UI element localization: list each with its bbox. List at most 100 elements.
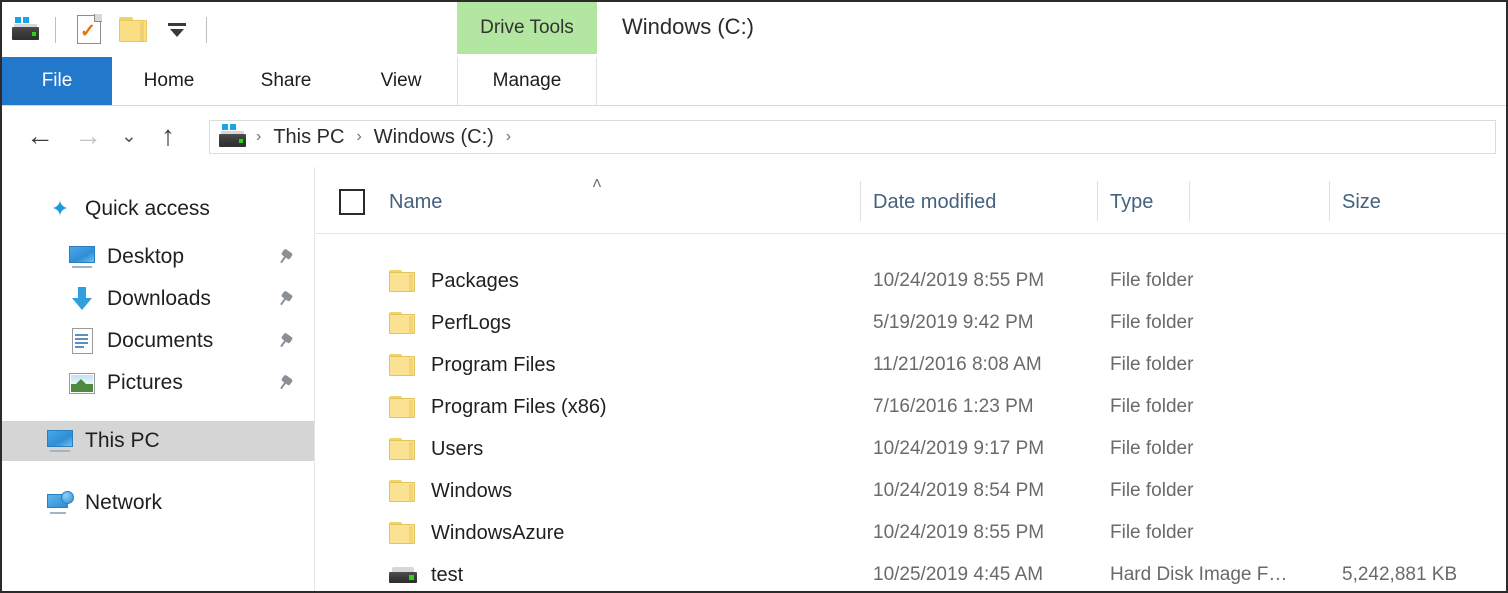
table-row[interactable]: Windows 10/24/2019 8:54 PM File folder	[315, 470, 1506, 512]
breadcrumb-separator-2[interactable]: ›	[348, 128, 369, 146]
file-name-label: PerfLogs	[431, 312, 511, 335]
table-row[interactable]: test 10/25/2019 4:45 AM Hard Disk Image …	[315, 554, 1506, 593]
new-folder-icon	[119, 17, 147, 42]
download-icon	[68, 285, 96, 313]
date-modified-cell: 5/19/2019 9:42 PM	[873, 312, 1034, 334]
tab-file[interactable]: File	[2, 57, 112, 105]
column-separator-1[interactable]	[860, 181, 861, 221]
ribbon-tab-bar: File Home Share View Manage	[2, 57, 1506, 105]
column-header-size[interactable]: Size	[1342, 191, 1381, 214]
folder-icon	[389, 312, 419, 335]
pin-icon[interactable]	[275, 331, 294, 350]
file-name-label: WindowsAzure	[431, 522, 564, 545]
file-name-label: Users	[431, 438, 483, 461]
back-button[interactable]: ←	[16, 122, 64, 150]
file-name-label: Packages	[431, 270, 519, 293]
table-row[interactable]: Program Files (x86) 7/16/2016 1:23 PM Fi…	[315, 386, 1506, 428]
file-name-cell[interactable]: Program Files (x86)	[389, 396, 607, 419]
column-header-type[interactable]: Type	[1110, 191, 1153, 214]
breadcrumb-item-windows-c[interactable]: Windows (C:)	[370, 126, 498, 149]
table-row[interactable]: Packages 10/24/2019 8:55 PM File folder	[315, 260, 1506, 302]
sidebar-item-pictures[interactable]: Pictures	[2, 363, 314, 403]
type-cell: File folder	[1110, 522, 1193, 544]
sidebar-item-label: This PC	[85, 429, 160, 453]
date-modified-cell: 10/24/2019 8:55 PM	[873, 522, 1044, 544]
breadcrumb-separator-3[interactable]: ›	[498, 128, 519, 146]
file-name-cell[interactable]: Packages	[389, 270, 519, 293]
sort-ascending-indicator: ˄	[592, 175, 602, 192]
navigation-pane: ✦ Quick access Desktop Downloads	[2, 167, 314, 591]
folder-icon	[389, 438, 419, 461]
breadcrumb-separator-1[interactable]: ›	[248, 128, 269, 146]
pin-icon[interactable]	[275, 373, 294, 392]
sidebar-item-label: Downloads	[107, 287, 211, 311]
column-header-row: ˄ Name Date modified Type Size	[315, 167, 1506, 234]
sidebar-item-label: Quick access	[85, 197, 210, 221]
date-modified-cell: 11/21/2016 8:08 AM	[873, 354, 1042, 376]
qat-drive-button[interactable]	[6, 10, 46, 50]
type-cell: File folder	[1110, 396, 1193, 418]
tab-view[interactable]: View	[346, 57, 456, 105]
file-name-cell[interactable]: PerfLogs	[389, 312, 511, 335]
sidebar-item-label: Desktop	[107, 245, 184, 269]
up-button[interactable]: ↑	[146, 122, 190, 150]
tab-manage[interactable]: Manage	[457, 57, 597, 105]
document-icon	[68, 327, 96, 355]
column-separator-3[interactable]	[1329, 181, 1330, 221]
folder-icon	[389, 396, 419, 419]
table-row[interactable]: PerfLogs 5/19/2019 9:42 PM File folder	[315, 302, 1506, 344]
type-cell: Hard Disk Image F…	[1110, 564, 1287, 586]
breadcrumb-drive-icon[interactable]	[218, 124, 248, 150]
qat-properties-button[interactable]: ✓	[69, 10, 109, 50]
select-all-checkbox[interactable]	[339, 189, 365, 215]
table-row[interactable]: Users 10/24/2019 9:17 PM File folder	[315, 428, 1506, 470]
breadcrumb[interactable]: › This PC › Windows (C:) ›	[209, 120, 1496, 154]
sidebar-item-this-pc[interactable]: This PC	[2, 421, 314, 461]
type-cell: File folder	[1110, 480, 1193, 502]
sidebar-item-network[interactable]: Network	[2, 483, 314, 523]
qat-customize-button[interactable]	[157, 10, 197, 50]
file-name-cell[interactable]: Program Files	[389, 354, 555, 377]
file-name-cell[interactable]: WindowsAzure	[389, 522, 564, 545]
pin-icon[interactable]	[275, 289, 294, 308]
forward-button[interactable]: →	[64, 122, 112, 150]
table-row[interactable]: Program Files 11/21/2016 8:08 AM File fo…	[315, 344, 1506, 386]
contextual-tab-group-label: Drive Tools	[480, 17, 574, 39]
tab-home[interactable]: Home	[112, 57, 226, 105]
sidebar-item-label: Pictures	[107, 371, 183, 395]
sidebar-item-quick-access[interactable]: ✦ Quick access	[2, 189, 314, 229]
sidebar-item-documents[interactable]: Documents	[2, 321, 314, 361]
column-separator-2[interactable]	[1097, 181, 1098, 221]
date-modified-cell: 10/24/2019 8:55 PM	[873, 270, 1044, 292]
file-list-pane: ˄ Name Date modified Type Size Packages …	[315, 167, 1506, 591]
drive-icon	[11, 17, 41, 43]
picture-icon	[68, 369, 96, 397]
column-header-name[interactable]: Name	[389, 191, 442, 214]
type-cell: File folder	[1110, 312, 1193, 334]
network-icon	[46, 489, 74, 517]
table-row[interactable]: WindowsAzure 10/24/2019 8:55 PM File fol…	[315, 512, 1506, 554]
sidebar-item-label: Documents	[107, 329, 213, 353]
monitor-icon	[68, 243, 96, 271]
column-separator-4[interactable]	[1189, 181, 1190, 221]
file-name-cell[interactable]: test	[389, 564, 463, 587]
folder-icon	[389, 270, 419, 293]
sidebar-item-downloads[interactable]: Downloads	[2, 279, 314, 319]
customize-dropdown-icon	[167, 21, 187, 39]
column-header-date-modified[interactable]: Date modified	[873, 191, 996, 214]
sidebar-item-label: Network	[85, 491, 162, 515]
recent-locations-button[interactable]: ⌄	[112, 127, 146, 146]
type-cell: File folder	[1110, 438, 1193, 460]
hard-disk-icon	[389, 567, 419, 584]
pin-icon[interactable]	[275, 247, 294, 266]
folder-icon	[389, 480, 419, 503]
qat-new-folder-button[interactable]	[113, 10, 153, 50]
breadcrumb-item-this-pc[interactable]: This PC	[269, 126, 348, 149]
properties-icon: ✓	[77, 15, 101, 44]
toolbar-separator	[55, 17, 56, 43]
tab-share[interactable]: Share	[226, 57, 346, 105]
computer-icon	[46, 427, 74, 455]
sidebar-item-desktop[interactable]: Desktop	[2, 237, 314, 277]
file-name-cell[interactable]: Users	[389, 438, 483, 461]
file-name-cell[interactable]: Windows	[389, 480, 512, 503]
